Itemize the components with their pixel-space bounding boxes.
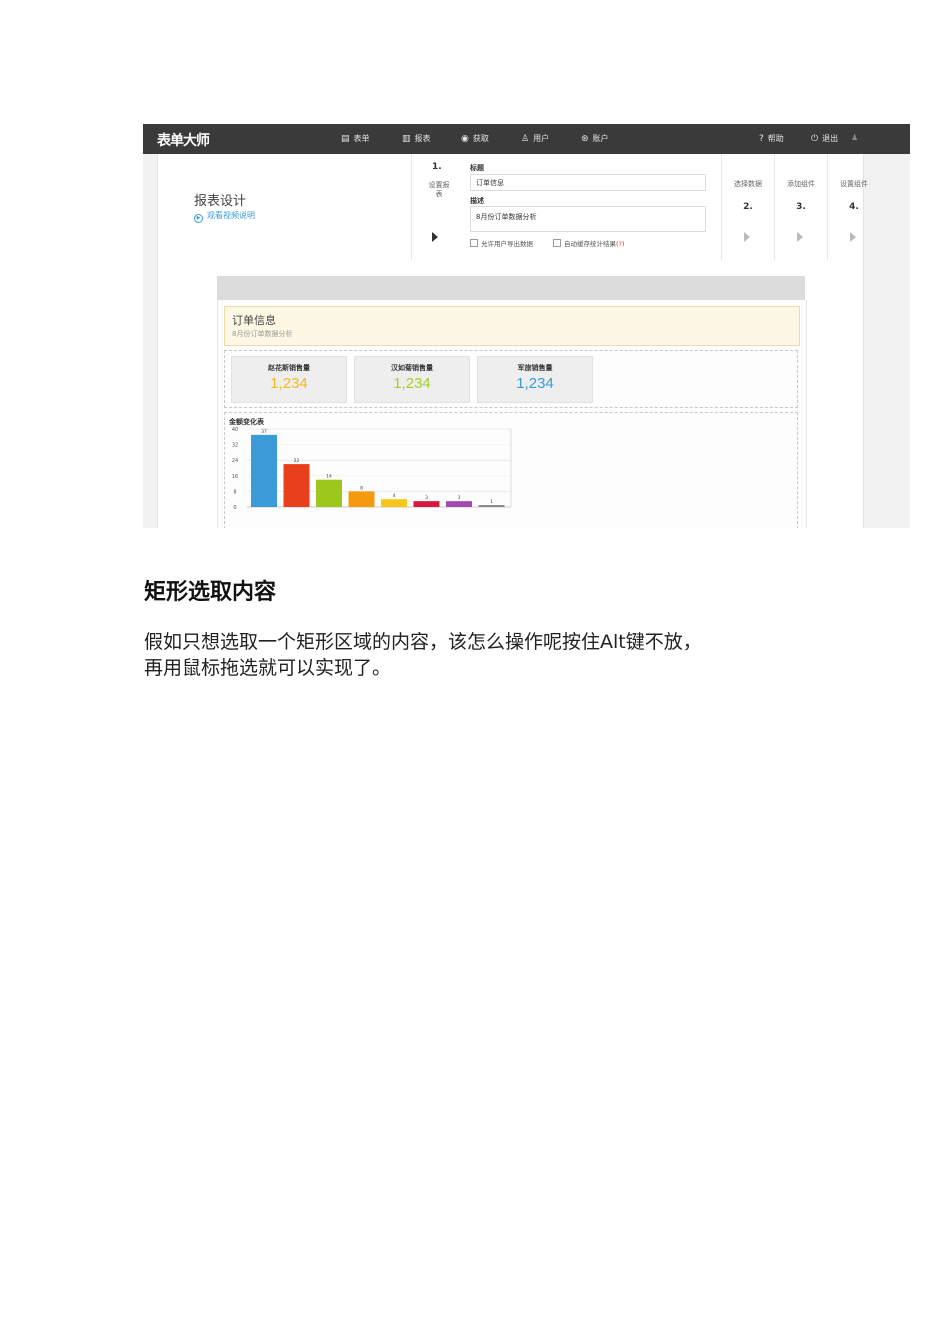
help-hint[interactable]: (?) bbox=[616, 240, 625, 248]
stat-card[interactable]: 军旅销售量 1,234 bbox=[477, 356, 593, 403]
chart-bar bbox=[413, 501, 440, 507]
user-icon: ♙ bbox=[521, 134, 530, 144]
power-icon: ⏻ bbox=[811, 134, 819, 144]
step-3-panel[interactable]: 添加组件 3. bbox=[774, 154, 827, 260]
user-avatar-icon[interactable]: ♟ bbox=[851, 133, 858, 142]
cache-checkbox[interactable]: 自动缓存统计结果(?) bbox=[553, 238, 625, 248]
stat-card-title: 汉如菊销售量 bbox=[391, 364, 433, 372]
report-title: 订单信息 bbox=[232, 314, 276, 327]
chart-bar bbox=[478, 505, 505, 507]
y-tick-label: 16 bbox=[232, 474, 238, 480]
report-subtitle: 8月份订单数据分析 bbox=[232, 330, 293, 338]
article-paragraph: 假如只想选取一个矩形区域的内容，该怎么操作呢按住Alt键不放， 再用鼠标拖选就可… bbox=[144, 629, 824, 681]
step-arrow-icon[interactable] bbox=[850, 232, 856, 242]
bar-value-label: 3 bbox=[425, 495, 428, 501]
form-icon: ▤ bbox=[341, 134, 350, 144]
step-label: 设置组件 bbox=[840, 180, 868, 188]
stat-card-value: 1,234 bbox=[393, 375, 431, 392]
bar-value-label: 1 bbox=[490, 499, 493, 505]
description-input[interactable]: 8月份订单数据分析 bbox=[470, 206, 706, 232]
step-label: 添加组件 bbox=[787, 180, 815, 188]
chart-bar bbox=[283, 464, 310, 507]
step-arrow-icon[interactable] bbox=[744, 232, 750, 242]
step-1-panel: 1. 设置报表 标题 订单信息 描述 8月份订单数据分析 允许用户导出数据 自动… bbox=[411, 154, 722, 260]
paragraph-line-1: 假如只想选取一个矩形区域的内容，该怎么操作呢按住Alt键不放， bbox=[144, 631, 702, 653]
nav-item-help[interactable]: ? 帮助 bbox=[759, 133, 784, 144]
account-icon: ⊛ bbox=[581, 134, 589, 144]
report-canvas: 订单信息 8月份订单数据分析 赵花斯销售量 1,234 汉如菊销售量 1,234 军旅销… bbox=[157, 260, 864, 528]
stat-card[interactable]: 汉如菊销售量 1,234 bbox=[354, 356, 470, 403]
report-icon: ▥ bbox=[402, 134, 411, 144]
nav-item-data[interactable]: ◉ 获取 bbox=[461, 133, 489, 144]
report-header-bar bbox=[217, 276, 805, 300]
y-tick-label: 0 bbox=[233, 505, 236, 511]
step-4-panel[interactable]: 设置组件 4. bbox=[827, 154, 880, 260]
step-label: 设置报表 bbox=[428, 181, 450, 198]
stat-cards-area[interactable]: 赵花斯销售量 1,234 汉如菊销售量 1,234 军旅销售量 1,234 bbox=[224, 350, 798, 408]
nav-item-account[interactable]: ⊛ 账户 bbox=[581, 133, 609, 144]
y-tick-label: 40 bbox=[232, 427, 238, 433]
title-input[interactable]: 订单信息 bbox=[470, 174, 706, 191]
step-2-panel[interactable]: 选择数据 2. bbox=[721, 154, 774, 260]
stat-card-value: 1,234 bbox=[270, 375, 308, 392]
report-design-screenshot: 表单大师 ▤ 表单 ▥ 报表 ◉ 获取 ♙ 用户 ⊛ 账户 ? 帮助 ⏻ 退出 ♟ 报表设计 ▶ 观看视频说明… bbox=[143, 124, 910, 528]
bar-chart: 40 32 24 16 8 0 37 22 14 8 4 3 3 1 bbox=[232, 427, 512, 511]
stat-card-title: 赵花斯销售量 bbox=[268, 364, 310, 372]
chart-area[interactable]: 金额变化表 40 32 24 16 8 0 37 22 14 8 4 3 3 1 bbox=[224, 412, 798, 528]
step-number: 3. bbox=[796, 202, 806, 212]
checkbox-icon bbox=[553, 239, 561, 247]
page-title: 报表设计 bbox=[194, 194, 247, 209]
export-checkbox[interactable]: 允许用户导出数据 bbox=[470, 238, 533, 248]
report-frame: 订单信息 8月份订单数据分析 赵花斯销售量 1,234 汉如菊销售量 1,234 军旅销… bbox=[217, 300, 807, 528]
design-panel: 报表设计 ▶ 观看视频说明 1. 设置报表 标题 订单信息 描述 8月份订单数据分… bbox=[157, 154, 868, 260]
paragraph-line-2: 再用鼠标拖选就可以实现了。 bbox=[144, 657, 392, 679]
y-tick-label: 8 bbox=[233, 489, 236, 495]
nav-item-report[interactable]: ▥ 报表 bbox=[402, 133, 431, 144]
step-label: 选择数据 bbox=[734, 180, 762, 188]
bar-value-label: 3 bbox=[458, 495, 461, 501]
step-arrow-icon[interactable] bbox=[432, 232, 438, 242]
nav-item-form[interactable]: ▤ 表单 bbox=[341, 133, 370, 144]
stat-card-value: 1,234 bbox=[516, 375, 554, 392]
play-icon: ▶ bbox=[194, 214, 203, 223]
chart-bar bbox=[316, 479, 342, 507]
title-field-label: 标题 bbox=[470, 164, 484, 172]
step-arrow-icon[interactable] bbox=[797, 232, 803, 242]
nav-item-user[interactable]: ♙ 用户 bbox=[521, 133, 549, 144]
step-number: 2. bbox=[743, 202, 753, 212]
bar-value-label: 22 bbox=[294, 458, 300, 464]
description-field-label: 描述 bbox=[470, 197, 484, 205]
bar-value-label: 8 bbox=[360, 485, 363, 491]
step-number: 4. bbox=[849, 202, 859, 212]
bar-value-label: 4 bbox=[393, 493, 396, 499]
stat-card-title: 军旅销售量 bbox=[517, 364, 553, 372]
chart-bar bbox=[381, 499, 407, 507]
brand-logo[interactable]: 表单大师 bbox=[157, 130, 210, 150]
stat-card[interactable]: 赵花斯销售量 1,234 bbox=[231, 356, 347, 403]
top-navbar: 表单大师 ▤ 表单 ▥ 报表 ◉ 获取 ♙ 用户 ⊛ 账户 ? 帮助 ⏻ 退出 ♟ bbox=[143, 124, 910, 154]
video-link[interactable]: ▶ 观看视频说明 bbox=[194, 210, 255, 223]
chart-bar bbox=[348, 491, 375, 507]
help-icon: ? bbox=[759, 134, 764, 144]
nav-item-power[interactable]: ⏻ 退出 bbox=[811, 133, 838, 144]
report-info-box[interactable]: 订单信息 8月份订单数据分析 bbox=[224, 306, 800, 346]
bar-value-label: 37 bbox=[261, 429, 267, 435]
y-tick-label: 24 bbox=[232, 458, 238, 464]
section-heading: 矩形选取内容 bbox=[144, 580, 277, 605]
step-number: 1. bbox=[432, 162, 442, 172]
chart-bar bbox=[446, 501, 472, 507]
data-icon: ◉ bbox=[461, 134, 469, 144]
chart-bar bbox=[251, 434, 277, 507]
bar-value-label: 14 bbox=[326, 474, 332, 480]
y-tick-label: 32 bbox=[232, 443, 238, 449]
checkbox-icon bbox=[470, 239, 478, 247]
